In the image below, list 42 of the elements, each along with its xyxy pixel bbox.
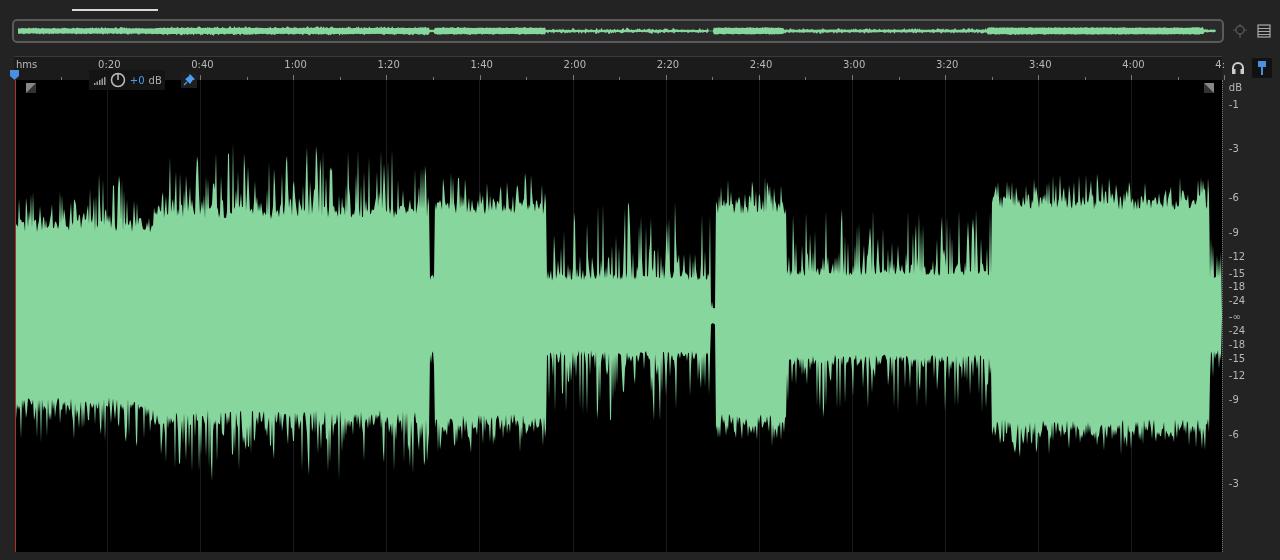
time-label: 2:20 bbox=[656, 59, 680, 70]
db-label: -3 bbox=[1228, 143, 1239, 154]
db-label: -3 bbox=[1228, 478, 1239, 489]
time-label: 4: bbox=[1215, 59, 1226, 70]
gain-value: +0 bbox=[129, 74, 145, 86]
ruler-unit: hms bbox=[16, 59, 38, 70]
time-label: 2:40 bbox=[749, 59, 773, 70]
time-label: 0:20 bbox=[98, 59, 121, 70]
db-label: -6 bbox=[1228, 429, 1239, 440]
time-label: 0:40 bbox=[191, 59, 214, 70]
time-label: 1:40 bbox=[470, 59, 493, 70]
fade-in-handle[interactable] bbox=[25, 83, 36, 93]
time-label: 1:20 bbox=[377, 59, 400, 70]
marker-button[interactable] bbox=[1252, 58, 1272, 78]
headphones-icon[interactable] bbox=[1230, 60, 1246, 76]
db-label: -12 bbox=[1228, 370, 1246, 381]
fade-out-handle[interactable] bbox=[1203, 83, 1214, 93]
time-label: 3:00 bbox=[842, 59, 866, 70]
db-label: -12 bbox=[1228, 251, 1246, 262]
db-label: -18 bbox=[1228, 339, 1246, 350]
pin-icon bbox=[181, 73, 196, 87]
time-label: 2:00 bbox=[563, 59, 587, 70]
playhead-handle[interactable] bbox=[10, 70, 19, 80]
db-unit: dB bbox=[1228, 82, 1242, 93]
db-label: -∞ bbox=[1228, 311, 1241, 322]
db-label: -24 bbox=[1228, 295, 1246, 306]
db-label: -24 bbox=[1228, 325, 1246, 336]
list-icon[interactable] bbox=[1256, 23, 1272, 39]
gain-knob[interactable] bbox=[109, 72, 126, 88]
time-label: 4:00 bbox=[1122, 59, 1145, 70]
time-label: 3:20 bbox=[936, 59, 959, 70]
db-label: -9 bbox=[1228, 227, 1239, 238]
db-label: -18 bbox=[1228, 281, 1246, 292]
db-label: -1 bbox=[1228, 99, 1239, 110]
time-label: 1:00 bbox=[284, 59, 307, 70]
gain-unit: dB bbox=[148, 74, 162, 86]
time-label: 3:40 bbox=[1029, 59, 1052, 70]
db-label: -15 bbox=[1228, 268, 1246, 279]
db-label: -6 bbox=[1228, 192, 1239, 203]
overview-bar[interactable] bbox=[12, 19, 1224, 43]
db-label: -15 bbox=[1228, 353, 1246, 364]
db-label: -9 bbox=[1228, 394, 1239, 405]
